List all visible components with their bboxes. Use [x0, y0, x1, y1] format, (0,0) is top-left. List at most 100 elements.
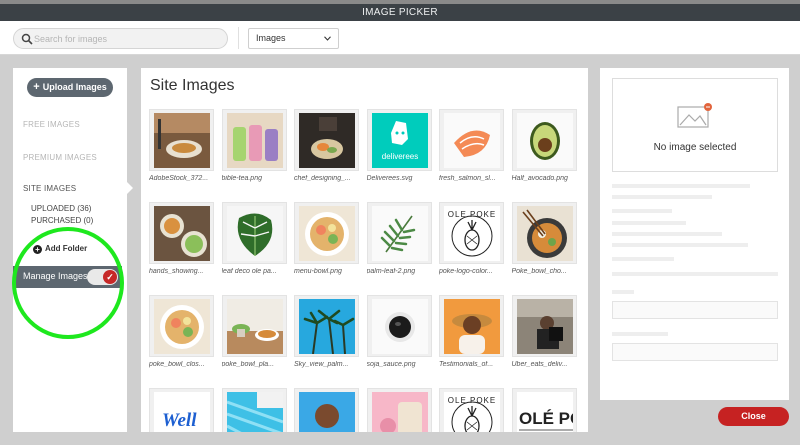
image-caption: chef_designing_...: [294, 175, 351, 182]
image-thumbnail[interactable]: [294, 295, 359, 357]
nav-site-images[interactable]: SITE IMAGES: [23, 184, 76, 193]
upload-images-button[interactable]: + Upload Images: [27, 78, 113, 97]
bowl-chopsticks-photo: [516, 206, 573, 261]
palm-leaf-photo: [371, 206, 428, 261]
placeholder-line: [612, 221, 686, 225]
image-thumbnail[interactable]: [294, 202, 359, 264]
leaf-photo: [226, 206, 283, 261]
chevron-down-icon: [324, 36, 331, 41]
image-caption: Half_avocado.png: [511, 175, 568, 182]
nav-premium-images[interactable]: PREMIUM IMAGES: [23, 153, 97, 162]
placeholder-line: [612, 209, 672, 213]
logo-text: OLE POKE: [448, 396, 496, 405]
courier-photo: [516, 299, 573, 354]
image-preview: No image selected: [612, 78, 778, 172]
pink-photo: [371, 392, 428, 432]
placeholder-line: [612, 184, 750, 188]
close-button[interactable]: Close: [718, 407, 789, 426]
avocado-photo: [516, 113, 573, 168]
image-thumbnail[interactable]: [511, 202, 577, 264]
bowls-photo: [154, 206, 210, 261]
media-type-select[interactable]: Images: [248, 28, 339, 49]
image-thumbnail[interactable]: [366, 388, 432, 432]
image-placeholder-icon: [677, 103, 712, 128]
image-thumbnail[interactable]: deliverees: [366, 109, 432, 171]
pineapple-logo: OLE POKE: [444, 392, 500, 432]
image-thumbnail[interactable]: [221, 388, 287, 432]
image-thumbnail[interactable]: [294, 109, 359, 171]
placeholder-line: [612, 243, 748, 247]
details-panel: No image selected: [600, 68, 789, 400]
image-thumbnail[interactable]: [439, 295, 504, 357]
window-title: IMAGE PICKER: [0, 4, 800, 21]
sauce-photo: [371, 299, 428, 354]
svg-text:OLÉ PO: OLÉ PO: [519, 409, 573, 428]
bowl-photo: [154, 299, 210, 354]
person-blue-photo: [299, 392, 355, 432]
image-caption: poke_bowl_pla...: [221, 361, 275, 368]
image-caption: Poke_bowl_cho...: [511, 268, 567, 275]
site-images-panel: Site Images AdobeStock_372... bible-tea.p…: [141, 68, 588, 432]
drinks-photo: [226, 113, 283, 168]
image-thumbnail[interactable]: [149, 295, 214, 357]
nav-free-images[interactable]: FREE IMAGES: [23, 120, 80, 129]
pool-photo: [226, 392, 283, 432]
search-box[interactable]: [13, 28, 228, 49]
page-title: Site Images: [150, 77, 235, 94]
search-icon: [21, 33, 33, 45]
search-bar: Images: [0, 21, 800, 55]
image-caption: Uber_eats_deliv...: [511, 361, 568, 368]
divider: [238, 27, 239, 49]
deliveroo-logo: deliverees: [371, 113, 428, 168]
image-caption: palm-leaf-2.png: [366, 268, 416, 275]
image-thumbnail[interactable]: Well: [149, 388, 214, 432]
nav-purchased[interactable]: PURCHASED (0): [31, 216, 93, 225]
image-thumbnail[interactable]: [511, 295, 577, 357]
bowl-photo: [299, 206, 355, 261]
image-thumbnail[interactable]: [221, 109, 287, 171]
image-caption: menu-bowl.png: [294, 268, 342, 275]
image-thumbnail[interactable]: [149, 202, 214, 264]
pineapple-logo: OLE POKE: [444, 206, 500, 261]
placeholder-line: [612, 232, 722, 236]
image-thumbnail[interactable]: [439, 109, 504, 171]
image-caption: Deliverees.svg: [366, 175, 413, 182]
image-caption: AdobeStock_372...: [149, 175, 209, 182]
image-thumbnail[interactable]: [294, 388, 359, 432]
salmon-photo: [444, 113, 500, 168]
placeholder-line: [612, 257, 674, 261]
image-thumbnail[interactable]: OLE POKE: [439, 388, 504, 432]
placeholder-field: [612, 343, 778, 361]
no-image-text: No image selected: [653, 142, 737, 153]
image-thumbnail[interactable]: [366, 295, 432, 357]
image-thumbnail[interactable]: [511, 109, 577, 171]
image-thumbnail[interactable]: [366, 202, 432, 264]
search-input[interactable]: [34, 31, 224, 47]
image-caption: poke-logo-color...: [439, 268, 493, 275]
person-photo: [444, 299, 500, 354]
nav-uploaded[interactable]: UPLOADED (36): [31, 204, 91, 213]
image-caption: Testimonials_of...: [439, 361, 494, 368]
placeholder-line: [612, 272, 778, 276]
media-type-value: Images: [256, 33, 286, 43]
image-thumbnail[interactable]: OLÉ POHAWAIIAN POKE BOW: [511, 388, 577, 432]
image-thumbnail[interactable]: [221, 202, 287, 264]
upload-images-label: Upload Images: [42, 82, 107, 92]
svg-text:Well: Well: [162, 410, 197, 431]
plus-icon: +: [33, 81, 40, 93]
logo-text: OLE POKE: [448, 210, 496, 219]
image-caption: bible-tea.png: [221, 175, 262, 182]
image-caption: fresh_salmon_sl...: [439, 175, 496, 182]
image-caption: Sky_view_palm...: [294, 361, 349, 368]
image-thumbnail[interactable]: OLE POKE: [439, 202, 504, 264]
well-logo: Well: [154, 392, 210, 432]
logo-text: deliverees: [381, 152, 417, 161]
placeholder-line: [612, 332, 668, 336]
active-section-caret: [127, 182, 133, 194]
image-caption: leaf deco ole pa...: [221, 268, 277, 275]
image-caption: hands_showing...: [149, 268, 204, 275]
image-thumbnail[interactable]: [221, 295, 287, 357]
text-logo: OLÉ POHAWAIIAN POKE BOW: [516, 392, 573, 432]
image-thumbnail[interactable]: [149, 109, 214, 171]
placeholder-field: [612, 301, 778, 319]
